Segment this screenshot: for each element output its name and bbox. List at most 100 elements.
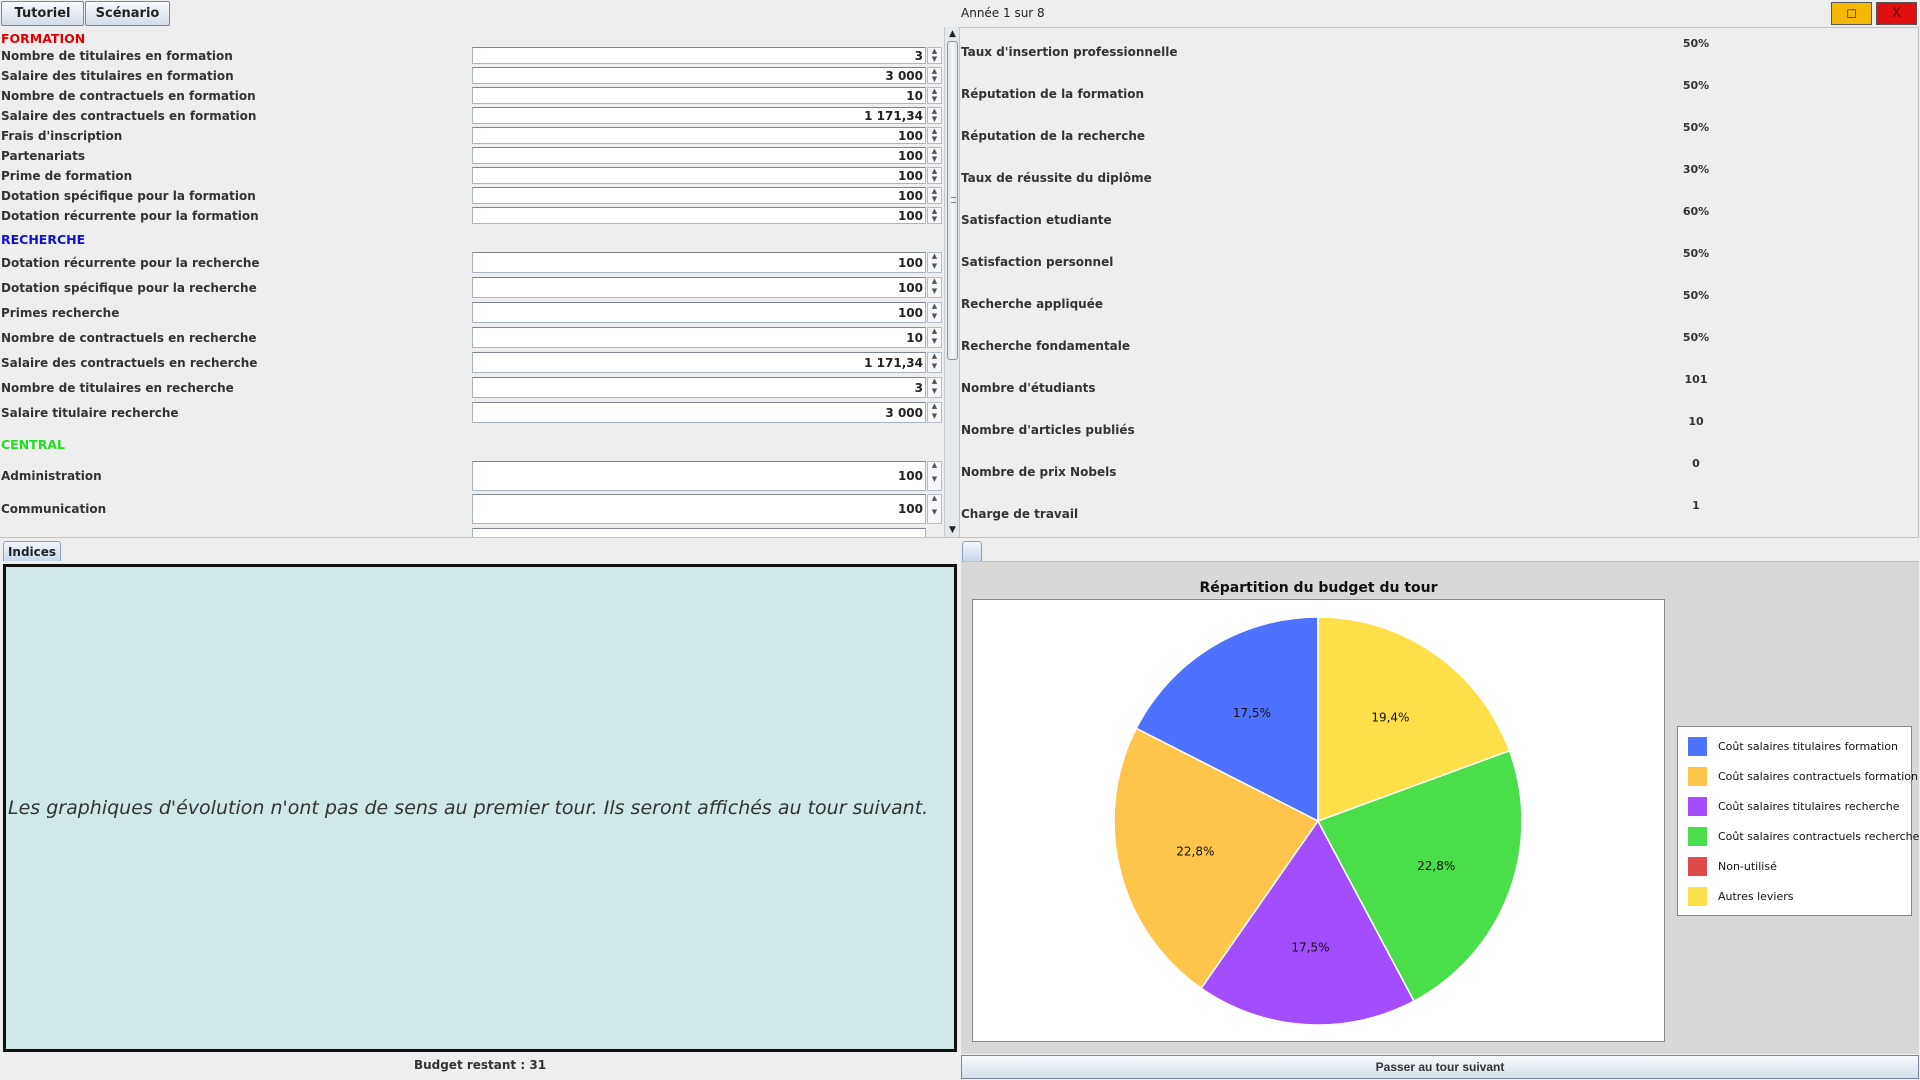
spinner-down-icon[interactable]: ▼ bbox=[928, 155, 941, 164]
param-label: Dotation spécifique pour la formation bbox=[1, 189, 256, 203]
spinner-down-icon[interactable]: ▼ bbox=[928, 509, 941, 523]
spinner-down-icon[interactable]: ▼ bbox=[928, 215, 941, 224]
param-spinner[interactable]: ▲ ▼ bbox=[927, 302, 942, 323]
close-icon: X bbox=[1892, 6, 1901, 21]
indicator-value: 1 bbox=[1692, 499, 1700, 512]
param-label: Salaire des contractuels en recherche bbox=[1, 356, 258, 370]
spinner-down-icon[interactable]: ▼ bbox=[928, 412, 941, 423]
scroll-thumb[interactable] bbox=[947, 41, 958, 360]
param-label: Nombre de contractuels en recherche bbox=[1, 331, 257, 345]
param-spinner[interactable]: ▲ ▼ bbox=[927, 252, 942, 273]
tutoriel-button[interactable]: Tutoriel bbox=[1, 1, 84, 26]
param-value-input[interactable] bbox=[472, 207, 926, 224]
indicator-value: 30% bbox=[1682, 163, 1710, 176]
grip-icon bbox=[951, 197, 956, 203]
spinner-down-icon[interactable]: ▼ bbox=[928, 55, 941, 64]
indicator-value: 60% bbox=[1682, 205, 1710, 218]
param-spinner[interactable]: ▲ ▼ bbox=[927, 494, 942, 524]
section-central-header: CENTRAL bbox=[1, 437, 65, 452]
param-value-input[interactable] bbox=[472, 302, 926, 323]
param-spinner[interactable]: ▲ ▼ bbox=[927, 167, 942, 184]
pie-slice-label: 19,4% bbox=[1371, 710, 1409, 724]
legend-swatch bbox=[1688, 767, 1707, 786]
param-spinner[interactable]: ▲ ▼ bbox=[927, 402, 942, 423]
scroll-up-icon[interactable]: ▲ bbox=[945, 27, 959, 41]
chart-plot: 17,5% 22,8% 17,5% 22,8% 19,4% bbox=[972, 599, 1665, 1042]
tab-indices[interactable]: Indices bbox=[3, 541, 61, 561]
parameters-scrollbar[interactable]: ▲ ▼ bbox=[944, 27, 959, 537]
param-spinner[interactable]: ▲ ▼ bbox=[927, 327, 942, 348]
legend-item: Coût salaires contractuels recherche bbox=[1688, 827, 1919, 846]
param-value-input[interactable] bbox=[472, 377, 926, 398]
param-label: Nombre de contractuels en formation bbox=[1, 89, 256, 103]
param-value-input[interactable] bbox=[472, 277, 926, 298]
spinner-down-icon[interactable]: ▼ bbox=[928, 337, 941, 348]
budget-label: Budget restant : bbox=[413, 1058, 526, 1072]
close-button[interactable]: X bbox=[1876, 2, 1917, 25]
scenario-button[interactable]: Scénario bbox=[85, 1, 170, 26]
scroll-down-icon[interactable]: ▼ bbox=[945, 523, 959, 537]
param-label: Salaire des contractuels en formation bbox=[1, 109, 257, 123]
tab-chart[interactable] bbox=[962, 541, 982, 561]
pie-chart: 17,5% 22,8% 17,5% 22,8% 19,4% bbox=[1113, 616, 1523, 1026]
spinner-down-icon[interactable]: ▼ bbox=[928, 312, 941, 323]
indicator-label: Charge de travail bbox=[961, 507, 1079, 521]
spinner-up-icon[interactable]: ▲ bbox=[928, 462, 941, 476]
param-spinner[interactable]: ▲ ▼ bbox=[927, 187, 942, 204]
param-spinner[interactable]: ▲ ▼ bbox=[927, 127, 942, 144]
spinner-down-icon[interactable]: ▼ bbox=[928, 262, 941, 273]
param-spinner[interactable]: ▲ ▼ bbox=[927, 107, 942, 124]
param-value-input[interactable] bbox=[472, 528, 926, 537]
spinner-down-icon[interactable]: ▼ bbox=[928, 476, 941, 490]
spinner-down-icon[interactable]: ▼ bbox=[928, 135, 941, 144]
spinner-down-icon[interactable]: ▼ bbox=[928, 115, 941, 124]
indicator-label: Nombre de prix Nobels bbox=[961, 465, 1117, 479]
param-label: Salaire des titulaires en formation bbox=[1, 69, 234, 83]
indicator-value: 50% bbox=[1682, 121, 1710, 134]
param-spinner[interactable]: ▲ ▼ bbox=[927, 277, 942, 298]
param-label: Dotation spécifique pour la recherche bbox=[1, 281, 257, 295]
param-spinner[interactable]: ▲ ▼ bbox=[927, 377, 942, 398]
hint-panel: Les graphiques d'évolution n'ont pas de … bbox=[3, 564, 957, 1052]
param-label: Administration bbox=[1, 469, 102, 483]
param-spinner[interactable]: ▲ ▼ bbox=[927, 87, 942, 104]
param-spinner[interactable]: ▲ ▼ bbox=[927, 207, 942, 224]
param-value-input[interactable] bbox=[472, 494, 926, 524]
param-value-input[interactable] bbox=[472, 107, 926, 124]
param-value-input[interactable] bbox=[472, 127, 926, 144]
indicator-value: 50% bbox=[1682, 37, 1710, 50]
spinner-down-icon[interactable]: ▼ bbox=[928, 175, 941, 184]
spinner-down-icon[interactable]: ▼ bbox=[928, 287, 941, 298]
param-value-input[interactable] bbox=[472, 47, 926, 64]
param-label: Frais d'inscription bbox=[1, 129, 123, 143]
param-label: Prime de formation bbox=[1, 169, 133, 183]
param-spinner[interactable]: ▲ ▼ bbox=[927, 352, 942, 373]
param-value-input[interactable] bbox=[472, 252, 926, 273]
maximize-button[interactable]: ◻ bbox=[1831, 2, 1872, 25]
year-indicator: Année 1 sur 8 bbox=[961, 6, 1045, 20]
spinner-down-icon[interactable]: ▼ bbox=[928, 387, 941, 398]
param-value-input[interactable] bbox=[472, 461, 926, 491]
param-spinner[interactable]: ▲ ▼ bbox=[927, 461, 942, 491]
param-spinner[interactable]: ▲ ▼ bbox=[927, 147, 942, 164]
spinner-down-icon[interactable]: ▼ bbox=[928, 195, 941, 204]
param-spinner[interactable]: ▲ ▼ bbox=[927, 47, 942, 64]
param-value-input[interactable] bbox=[472, 327, 926, 348]
legend-swatch bbox=[1688, 737, 1707, 756]
spinner-down-icon[interactable]: ▼ bbox=[928, 75, 941, 84]
spinner-down-icon[interactable]: ▼ bbox=[928, 362, 941, 373]
next-turn-button[interactable]: Passer au tour suivant bbox=[961, 1055, 1919, 1079]
param-value-input[interactable] bbox=[472, 402, 926, 423]
maximize-icon: ◻ bbox=[1846, 6, 1857, 21]
param-value-input[interactable] bbox=[472, 352, 926, 373]
param-value-input[interactable] bbox=[472, 67, 926, 84]
param-value-input[interactable] bbox=[472, 187, 926, 204]
spinner-down-icon[interactable]: ▼ bbox=[928, 95, 941, 104]
param-label: Dotation récurrente pour la formation bbox=[1, 209, 259, 223]
param-value-input[interactable] bbox=[472, 167, 926, 184]
param-spinner[interactable]: ▲ ▼ bbox=[927, 67, 942, 84]
param-value-input[interactable] bbox=[472, 147, 926, 164]
param-value-input[interactable] bbox=[472, 87, 926, 104]
chart-legend: Coût salaires titulaires formation Coût s… bbox=[1677, 726, 1919, 916]
spinner-up-icon[interactable]: ▲ bbox=[928, 495, 941, 509]
